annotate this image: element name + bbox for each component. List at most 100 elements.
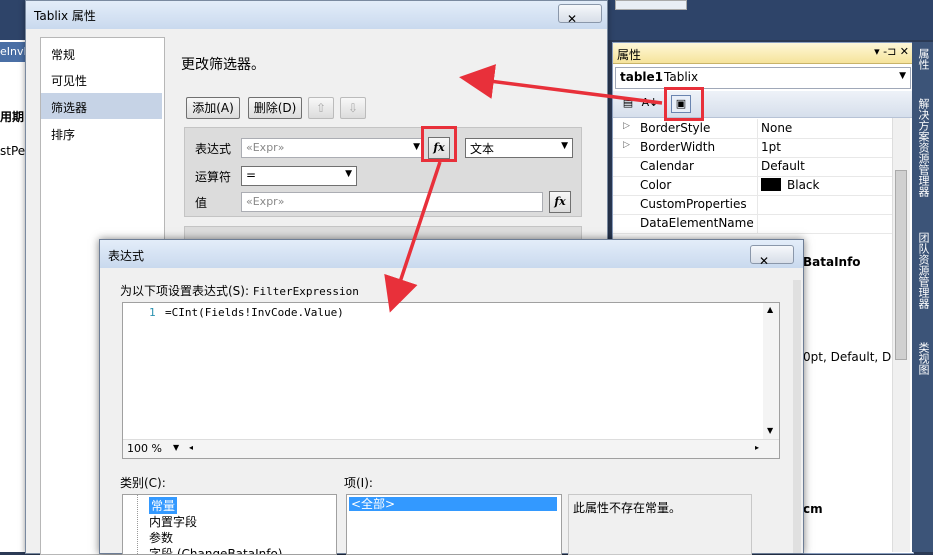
report-cell-text: 用期 bbox=[0, 110, 25, 124]
divider bbox=[757, 214, 758, 233]
alphabetical-sort-icon[interactable]: A↓ bbox=[641, 95, 659, 111]
property-name: CustomProperties bbox=[640, 197, 747, 211]
scroll-down-icon[interactable]: ▼ bbox=[767, 426, 773, 435]
categorized-icon[interactable]: ▤ bbox=[619, 95, 637, 111]
tab-team-explorer[interactable]: 团队资源管理器 bbox=[914, 232, 931, 309]
expand-icon[interactable]: ▷ bbox=[623, 140, 630, 150]
value-label: 值 bbox=[195, 196, 208, 210]
property-row[interactable]: ▷ BorderWidth 1pt bbox=[613, 138, 899, 158]
editor-vscrollbar[interactable]: ▲ ▼ bbox=[763, 303, 779, 439]
expression-dialog: 表达式 ✕ 为以下项设置表达式(S): FilterExpression 1 =… bbox=[99, 239, 804, 555]
set-expression-text: 为以下项设置表达式(S): bbox=[120, 284, 250, 298]
property-row[interactable]: ▷ BorderStyle None bbox=[613, 119, 899, 139]
chevron-down-icon: ▼ bbox=[345, 169, 352, 179]
property-value: 0pt, Default, De bbox=[803, 350, 899, 364]
tab-properties[interactable]: 属性 bbox=[914, 48, 931, 70]
ide-toolbar-dropdown[interactable] bbox=[615, 0, 687, 10]
dialog-title-bar: Tablix 属性 ✕ bbox=[26, 1, 607, 29]
property-value-text: None bbox=[761, 121, 793, 135]
expression-label: 表达式 bbox=[195, 142, 232, 156]
section-title: 更改筛选器。 bbox=[181, 57, 265, 73]
property-value[interactable]: Black bbox=[761, 178, 819, 192]
document-tab[interactable]: eInvF bbox=[0, 42, 28, 62]
expression-target: FilterExpression bbox=[252, 285, 359, 298]
set-expression-label: 为以下项设置表达式(S): FilterExpression bbox=[120, 282, 359, 299]
close-button[interactable]: ✕ bbox=[750, 245, 794, 268]
property-name: BorderWidth bbox=[640, 140, 716, 154]
divider bbox=[757, 176, 758, 195]
property-value: BataInfo bbox=[803, 255, 861, 269]
expression-placeholder: «Expr» bbox=[246, 141, 285, 154]
list-item[interactable]: <全部> bbox=[349, 497, 557, 511]
scroll-up-icon[interactable]: ▲ bbox=[767, 305, 773, 314]
expression-input[interactable]: «Expr» ▼ bbox=[241, 138, 423, 158]
type-select[interactable]: 文本 ▼ bbox=[465, 138, 573, 158]
highlight-box bbox=[421, 126, 457, 162]
property-name: DataElementName bbox=[640, 216, 754, 230]
tab-class-view[interactable]: 类视图 bbox=[914, 342, 931, 375]
nav-label: 常规 bbox=[51, 48, 76, 62]
chevron-down-icon[interactable]: ▼ bbox=[413, 142, 420, 152]
property-row[interactable]: Calendar Default bbox=[613, 157, 899, 177]
close-icon: ✕ bbox=[759, 254, 770, 268]
move-up-button[interactable]: ⇧ bbox=[308, 97, 334, 119]
close-icon: ✕ bbox=[567, 12, 578, 26]
move-down-button[interactable]: ⇩ bbox=[340, 97, 366, 119]
properties-scrollbar[interactable] bbox=[892, 118, 910, 552]
properties-title: 属性 bbox=[617, 48, 642, 62]
delete-button[interactable]: 删除(D) bbox=[248, 97, 302, 119]
type-value: 文本 bbox=[470, 142, 495, 156]
nav-item-general[interactable]: 常规 bbox=[41, 40, 162, 66]
value-fx-button[interactable]: fx bbox=[549, 191, 571, 213]
scroll-thumb[interactable] bbox=[895, 170, 907, 360]
dialog-title: 表达式 bbox=[108, 249, 145, 263]
object-selector[interactable]: table1 Tablix ▼ bbox=[615, 67, 911, 89]
nav-item-visibility[interactable]: 可见性 bbox=[41, 66, 162, 92]
chevron-down-icon[interactable]: ▼ bbox=[899, 71, 906, 81]
properties-toolbar: ▤ A↓ ▣ bbox=[613, 91, 913, 118]
chevron-down-icon[interactable]: ▼ bbox=[173, 443, 179, 452]
line-number: 1 bbox=[149, 306, 156, 319]
scroll-right-icon[interactable]: ▸ bbox=[755, 443, 759, 452]
category-tree: 常量 内置字段 参数 字段 (ChangeBataInfo) bbox=[122, 494, 337, 555]
property-row[interactable]: DataElementName bbox=[613, 214, 899, 234]
tree-lines bbox=[137, 495, 139, 554]
nav-label: 筛选器 bbox=[51, 101, 88, 115]
tab-solution-explorer[interactable]: 解决方案资源管理器 bbox=[914, 98, 931, 197]
property-value: cm bbox=[803, 502, 823, 516]
report-cell-text: stPe bbox=[0, 144, 26, 158]
object-type: Tablix bbox=[664, 70, 699, 84]
value-input[interactable]: «Expr» bbox=[241, 192, 543, 212]
highlight-box bbox=[664, 87, 704, 121]
panel-window-buttons[interactable]: ▾ ‑⊐ ✕ bbox=[874, 45, 909, 58]
property-row[interactable]: CustomProperties bbox=[613, 195, 899, 215]
tree-item-constants[interactable]: 常量 bbox=[149, 497, 178, 514]
filter-row-panel: 表达式 «Expr» ▼ fx 文本 ▼ 运算符 = ▼ 值 «Expr» fx bbox=[184, 127, 582, 217]
dialog-scrollbar[interactable] bbox=[793, 280, 801, 553]
scroll-left-icon[interactable]: ◂ bbox=[189, 443, 193, 452]
zoom-select[interactable]: 100 % bbox=[127, 442, 162, 455]
property-name: Calendar bbox=[640, 159, 694, 173]
nav-label: 可见性 bbox=[51, 74, 88, 88]
operator-select[interactable]: = ▼ bbox=[241, 166, 357, 186]
tree-item-fields[interactable]: 字段 (ChangeBataInfo) bbox=[149, 545, 282, 554]
add-button[interactable]: 添加(A) bbox=[186, 97, 240, 119]
close-button[interactable]: ✕ bbox=[558, 4, 602, 26]
object-name: table1 bbox=[620, 70, 664, 84]
expression-editor[interactable]: 1 =CInt(Fields!InvCode.Value) ▲ ▼ 100 % … bbox=[122, 302, 780, 459]
property-value[interactable]: None bbox=[761, 121, 792, 135]
divider bbox=[757, 138, 758, 157]
chevron-down-icon: ▼ bbox=[561, 141, 568, 151]
divider bbox=[757, 157, 758, 176]
expand-icon[interactable]: ▷ bbox=[623, 121, 630, 131]
nav-item-sorting[interactable]: 排序 bbox=[41, 120, 162, 146]
color-swatch bbox=[761, 178, 781, 191]
nav-item-filters[interactable]: 筛选器 bbox=[41, 93, 162, 119]
tree-item-parameters[interactable]: 参数 bbox=[149, 529, 173, 546]
property-value[interactable]: Default bbox=[761, 159, 805, 173]
property-value[interactable]: 1pt bbox=[761, 140, 781, 154]
tree-item-builtin-fields[interactable]: 内置字段 bbox=[149, 513, 197, 530]
property-name: BorderStyle bbox=[640, 121, 711, 135]
expression-code[interactable]: =CInt(Fields!InvCode.Value) bbox=[165, 306, 344, 319]
property-row[interactable]: Color Black bbox=[613, 176, 899, 196]
